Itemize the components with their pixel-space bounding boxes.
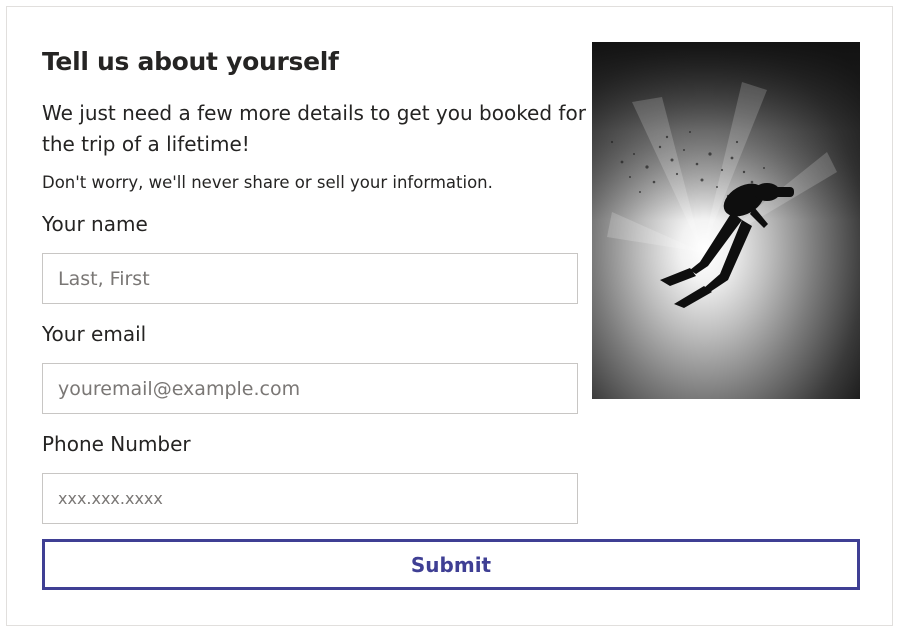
- email-label: Your email: [42, 322, 147, 346]
- diver-illustration: [592, 42, 860, 399]
- email-input[interactable]: [42, 363, 578, 414]
- phone-label: Phone Number: [42, 432, 191, 456]
- submit-button[interactable]: Submit: [42, 539, 860, 590]
- form-title: Tell us about yourself: [42, 47, 339, 76]
- name-label: Your name: [42, 212, 148, 236]
- phone-input[interactable]: [42, 473, 578, 524]
- name-input[interactable]: [42, 253, 578, 304]
- form-intro: We just need a few more details to get y…: [42, 101, 586, 156]
- form-card: Tell us about yourself We just need a fe…: [6, 6, 893, 626]
- privacy-note: Don't worry, we'll never share or sell y…: [42, 173, 493, 192]
- diver-photo: [592, 42, 860, 399]
